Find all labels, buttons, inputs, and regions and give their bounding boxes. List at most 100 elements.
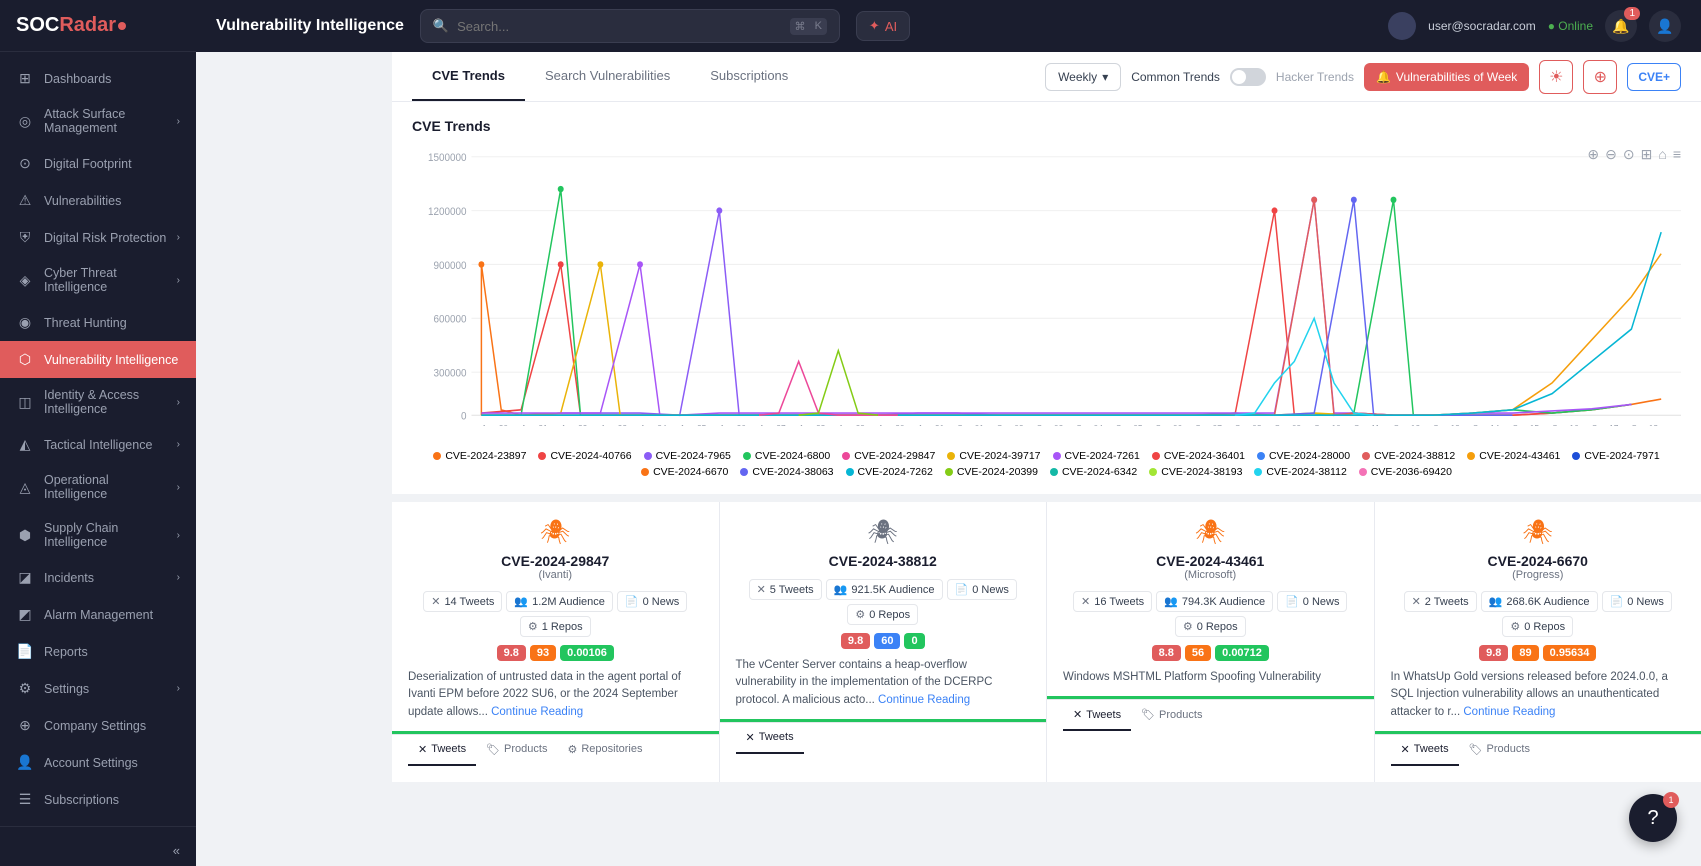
sidebar-item-vulnerabilities[interactable]: ⚠ Vulnerabilities [0,182,196,219]
tab-icon-cve-43461-1: 🏷 [1141,708,1155,721]
ai-button[interactable]: ✦ AI [856,11,910,41]
continue-reading-cve-38812[interactable]: Continue Reading [878,694,970,706]
sidebar-item-settings[interactable]: ⚙ Settings › [0,670,196,707]
x-icon-cve-6670: ✕ [1412,595,1421,608]
legend-item-cve11: CVE-2024-43461 [1467,450,1560,462]
legend-dot-cve17 [1050,468,1058,476]
card-tab-tweets-cve-6670[interactable]: ✕ Tweets [1391,735,1459,766]
sidebar-item-incidents[interactable]: ◪ Incidents › [0,559,196,596]
svg-text:Sep 05: Sep 05 [1116,423,1143,426]
card-tab-products-cve-6670[interactable]: 🏷 Products [1459,735,1540,766]
sidebar-item-reports[interactable]: 📄 Reports [0,633,196,670]
card-header-cve-43461: 🕷 CVE-2024-43461 (Microsoft) [1063,518,1358,581]
news-badge-cve-29847: 📄 0 News [617,591,687,612]
nav-icon-reports: 📄 [16,643,34,660]
nav-icon-vulnerabilities: ⚠ [16,192,34,209]
sidebar-nav: ⊞ Dashboards ◎ Attack Surface Management… [0,52,196,826]
score2-cve-29847: 93 [530,645,556,661]
tab-cve-trends[interactable]: CVE Trends [412,52,525,101]
notification-btn[interactable]: 🔔 1 [1605,10,1637,42]
sidebar-item-dashboards[interactable]: ⊞ Dashboards [0,60,196,97]
search-bar[interactable]: 🔍 ⌘ K [420,9,840,43]
sidebar-item-digital-risk[interactable]: ⛨ Digital Risk Protection › [0,219,196,256]
chart-legend: CVE-2024-23897 CVE-2024-40766 CVE-2024-7… [412,450,1681,478]
svg-text:Aug 21: Aug 21 [521,423,548,426]
score-badges-cve-29847: 9.8 93 0.00106 [408,645,703,661]
sidebar-item-identity-access[interactable]: ◫ Identity & Access Intelligence › [0,378,196,426]
continue-reading-cve-29847[interactable]: Continue Reading [491,706,583,718]
spider-icon-cve-29847: 🕷 [408,518,703,547]
hacker-trends-toggle[interactable] [1230,68,1266,86]
legend-item-cve20: CVE-2036-69420 [1359,466,1452,478]
cve-plus-btn[interactable]: CVE+ [1627,63,1681,91]
sidebar-item-vuln-intelligence[interactable]: ⬡ Vulnerability Intelligence [0,341,196,378]
sidebar-item-alarm-management[interactable]: ◩ Alarm Management [0,596,196,633]
card-tab-products-cve-29847[interactable]: 🏷 Products [476,735,557,766]
legend-dot-cve18 [1149,468,1157,476]
topbar-title: Vulnerability Intelligence [216,17,404,35]
card-tab-products-cve-43461[interactable]: 🏷 Products [1131,700,1212,731]
tab-search-vulns[interactable]: Search Vulnerabilities [525,52,690,101]
sidebar-item-attack-surface[interactable]: ◎ Attack Surface Management › [0,97,196,145]
audience-badge-cve-6670: 👥 268.6K Audience [1481,591,1598,612]
vulnerabilities-of-week-btn[interactable]: 🔔 Vulnerabilities of Week [1364,63,1529,91]
menu-icon[interactable]: ≡ [1673,146,1681,163]
user-menu-btn[interactable]: 👤 [1649,10,1681,42]
home-icon[interactable]: ⌂ [1658,146,1666,163]
zoom-fit-icon[interactable]: ⊙ [1623,146,1635,163]
plus-circle-btn[interactable]: ⊕ [1583,60,1617,94]
svg-text:300000: 300000 [433,368,466,379]
sidebar-item-company-settings[interactable]: ⊕ Company Settings [0,707,196,744]
nav-label-vuln-intelligence: Vulnerability Intelligence [44,353,180,367]
weekly-dropdown[interactable]: Weekly ▾ [1045,63,1121,91]
search-input[interactable] [457,19,781,34]
sidebar-item-subscriptions[interactable]: ☰ Subscriptions [0,781,196,818]
legend-item-cve14: CVE-2024-38063 [740,466,833,478]
sidebar-item-tactical-intelligence[interactable]: ◭ Tactical Intelligence › [0,426,196,463]
cve-title-cve-6670: CVE-2024-6670 [1391,553,1686,569]
repos-badge-cve-43461: ⚙ 0 Repos [1175,616,1246,637]
card-tab-repositories-cve-29847[interactable]: ⚙ Repositories [557,735,652,766]
chevron-icon-supply-chain: › [177,530,180,541]
sidebar-item-cyber-threat[interactable]: ◈ Cyber Threat Intelligence › [0,256,196,304]
chevron-icon-settings: › [177,683,180,694]
sidebar-collapse-btn[interactable]: « [0,835,196,866]
tab-subscriptions[interactable]: Subscriptions [690,52,808,101]
nav-label-reports: Reports [44,645,180,659]
spider-icon-cve-38812: 🕷 [736,518,1031,547]
score-badges-cve-38812: 9.8 60 0 [736,633,1031,649]
sidebar-item-supply-chain[interactable]: ⬢ Supply Chain Intelligence › [0,511,196,559]
zoom-out-icon[interactable]: ⊖ [1605,146,1617,163]
card-tab-tweets-cve-43461[interactable]: ✕ Tweets [1063,700,1131,731]
sidebar-item-digital-footprint[interactable]: ⊙ Digital Footprint [0,145,196,182]
sidebar-item-operational-intelligence[interactable]: ◬ Operational Intelligence › [0,463,196,511]
zoom-in-icon[interactable]: ⊕ [1587,146,1599,163]
news-badge-cve-6670: 📄 0 News [1602,591,1672,612]
nav-label-attack-surface: Attack Surface Management [44,107,167,135]
download-icon[interactable]: ⊞ [1641,146,1653,163]
news-badge-cve-38812: 📄 0 News [947,579,1017,600]
chart-controls: ⊕ ⊖ ⊙ ⊞ ⌂ ≡ [1587,146,1681,163]
nav-icon-identity-access: ◫ [16,394,34,411]
legend-item-cve13: CVE-2024-6670 [641,466,728,478]
topbar-right: user@socradar.com ● Online 🔔 1 👤 [1388,10,1681,42]
legend-label-cve12: CVE-2024-7971 [1584,450,1659,462]
notification-badge: 1 [1624,7,1640,20]
sun-icon-btn[interactable]: ☀ [1539,60,1573,94]
ai-icon: ✦ [869,18,880,34]
legend-label-cve8: CVE-2024-36401 [1164,450,1245,462]
chevron-icon-cyber-threat: › [177,275,180,286]
card-tab-tweets-cve-38812[interactable]: ✕ Tweets [736,723,804,754]
legend-item-cve3: CVE-2024-7965 [644,450,731,462]
card-tab-tweets-cve-29847[interactable]: ✕ Tweets [408,735,476,766]
cve-vendor-cve-29847: (Ivanti) [408,569,703,581]
chat-fab[interactable]: ? 1 [1629,794,1677,842]
continue-reading-cve-6670[interactable]: Continue Reading [1463,706,1555,718]
svg-text:Sep 18: Sep 18 [1631,423,1658,426]
sidebar-item-threat-hunting[interactable]: ◉ Threat Hunting [0,304,196,341]
legend-dot-cve20 [1359,468,1367,476]
sidebar-item-account-settings[interactable]: 👤 Account Settings [0,744,196,781]
svg-text:Sep 15: Sep 15 [1512,423,1539,426]
chevron-icon-attack-surface: › [177,116,180,127]
legend-dot-cve11 [1467,452,1475,460]
